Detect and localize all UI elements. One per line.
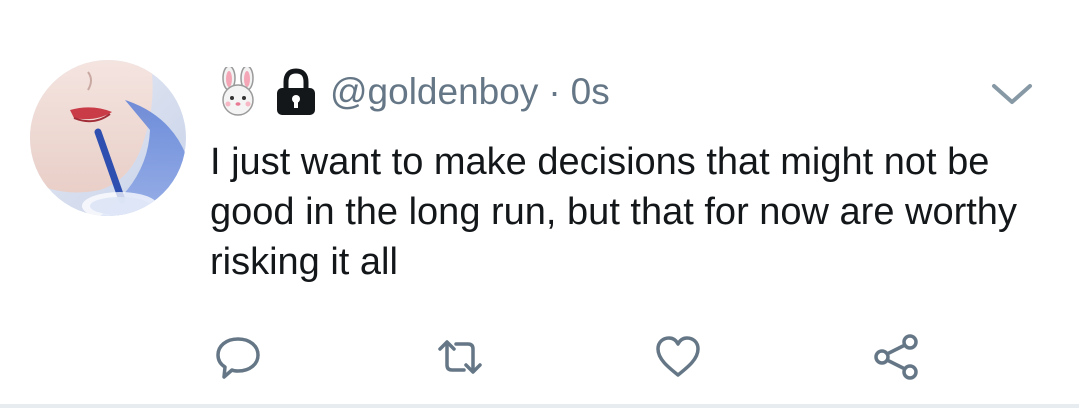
reply-icon[interactable] bbox=[214, 333, 262, 381]
tweet-header: @goldenboy · 0s bbox=[216, 64, 610, 120]
avatar[interactable] bbox=[30, 60, 186, 216]
user-handle[interactable]: @goldenboy bbox=[330, 71, 538, 113]
retweet-icon[interactable] bbox=[436, 333, 484, 381]
tweet-timestamp[interactable]: 0s bbox=[571, 71, 610, 113]
avatar-image bbox=[30, 60, 186, 216]
tweet-text: I just want to make decisions that might… bbox=[210, 141, 1017, 283]
action-bar bbox=[0, 333, 1079, 383]
share-icon[interactable] bbox=[872, 333, 920, 381]
rabbit-face-icon bbox=[216, 65, 260, 117]
heart-icon[interactable] bbox=[654, 333, 702, 381]
header-separator: · bbox=[548, 71, 561, 112]
chevron-down-icon[interactable] bbox=[990, 80, 1034, 108]
divider bbox=[0, 404, 1079, 408]
lock-icon bbox=[272, 67, 320, 117]
tweet-card[interactable]: @goldenboy · 0s I just want to make deci… bbox=[0, 0, 1079, 408]
